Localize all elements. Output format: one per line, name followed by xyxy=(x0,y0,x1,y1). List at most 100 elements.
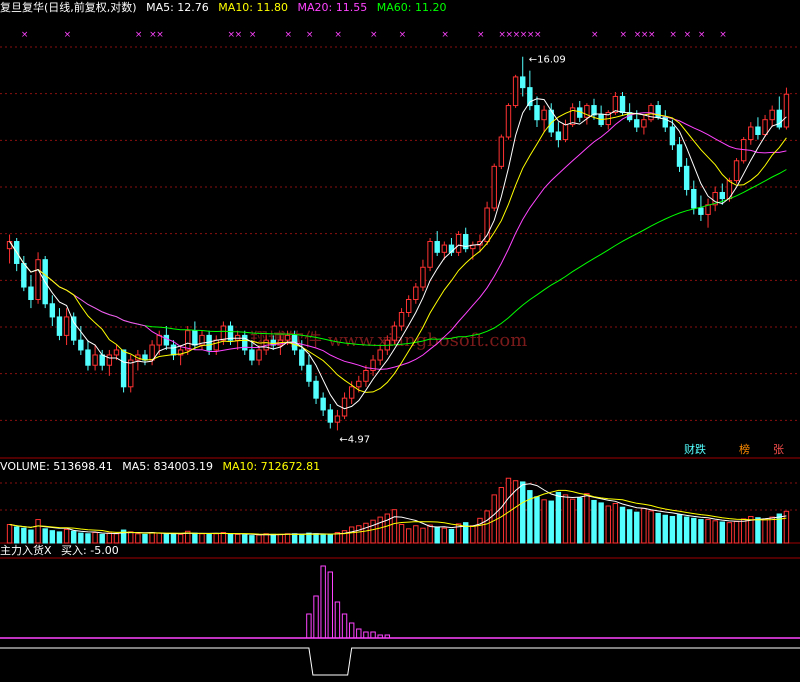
volume-bar xyxy=(669,515,676,544)
volume-bar xyxy=(769,516,775,544)
candle-body xyxy=(427,241,433,268)
volume-bar xyxy=(156,532,162,544)
candle-body xyxy=(341,397,348,417)
candle-body xyxy=(85,349,91,366)
signal-marker: × xyxy=(306,30,314,40)
volume-header: VOLUME: 513698.41 MA5: 834003.19 MA10: 7… xyxy=(0,460,326,473)
candle-body xyxy=(676,144,683,167)
candle-body xyxy=(156,334,162,346)
volume-bar xyxy=(441,527,448,544)
volume-bar xyxy=(541,499,547,544)
volume-bar xyxy=(356,525,362,544)
high-annotation: ←16.09 xyxy=(529,55,566,66)
signal-marker: × xyxy=(285,30,293,40)
bang-button[interactable]: 榜 xyxy=(739,443,750,456)
volume-bar xyxy=(206,533,212,544)
candle-body xyxy=(113,349,120,356)
volume-bar xyxy=(719,521,726,544)
candle-body xyxy=(249,349,255,361)
volume-bar xyxy=(470,525,476,544)
volume-bar xyxy=(427,524,433,544)
signal-marker: × xyxy=(591,30,599,40)
volume-bar xyxy=(35,519,41,544)
candle-body xyxy=(299,349,305,366)
volume-bar xyxy=(683,516,690,544)
volume-bar xyxy=(277,533,284,544)
indicator-bar xyxy=(320,565,326,639)
volume-bar xyxy=(363,522,369,544)
candle-body xyxy=(420,266,426,288)
volume-bar xyxy=(113,533,120,544)
signal-marker: × xyxy=(620,30,628,40)
volume-bar xyxy=(733,520,740,544)
candle-body xyxy=(21,262,27,288)
indicator-bar xyxy=(341,613,348,639)
chart-canvas[interactable]: 翔博软件 www.xiangbosoft.com←16.09←4.97×××××… xyxy=(0,0,800,682)
volume-bar xyxy=(740,518,747,544)
volume-bar xyxy=(28,529,34,544)
indicator-bar xyxy=(356,628,362,639)
volume-bar xyxy=(70,530,77,544)
signal-marker: × xyxy=(21,30,29,40)
volume-bar xyxy=(348,526,355,544)
signal-marker: × xyxy=(441,30,449,40)
volume-bar xyxy=(170,533,177,544)
candle-body xyxy=(391,325,398,341)
volume-bar xyxy=(626,509,633,544)
volume-bar xyxy=(78,532,84,544)
signal-line xyxy=(0,647,800,676)
signal-marker: × xyxy=(64,30,72,40)
candle-body xyxy=(6,241,13,250)
volume-bar xyxy=(712,520,718,544)
volume-bar xyxy=(569,498,576,544)
candle-body xyxy=(612,95,619,114)
volume-bar xyxy=(21,527,27,544)
candle-body xyxy=(49,303,56,318)
volume-bar xyxy=(605,505,611,544)
volume-bar xyxy=(762,519,768,544)
volume-bar xyxy=(42,528,48,544)
volume-bar xyxy=(491,494,497,544)
indicator-bar xyxy=(348,622,355,639)
volume-bar xyxy=(213,533,219,544)
candle-body xyxy=(377,349,383,361)
zhang-button[interactable]: 张 xyxy=(773,443,784,456)
signal-marker: × xyxy=(684,30,692,40)
candle-body xyxy=(634,119,640,128)
candle-body xyxy=(106,354,113,366)
volume-bar xyxy=(612,503,619,544)
signal-marker: × xyxy=(534,30,542,40)
volume-bar xyxy=(755,517,761,544)
indicator-bar xyxy=(306,613,312,639)
ma20-value: MA20: 11.55 xyxy=(297,1,368,14)
volume-bar xyxy=(555,491,562,544)
candle-body xyxy=(691,188,697,209)
volume-bar xyxy=(398,523,405,544)
stock-name: 复旦复华 xyxy=(0,1,44,14)
volume-bar xyxy=(370,519,376,544)
volume-bar xyxy=(534,496,540,544)
volume-bar xyxy=(192,532,198,544)
volume-bars xyxy=(6,477,790,544)
price-header: 复旦复华(日线,前复权,对数) MA5: 12.76 MA10: 11.80 M… xyxy=(0,1,452,14)
candle-body xyxy=(455,234,462,253)
volume-bar xyxy=(655,512,661,544)
volume-bar xyxy=(676,514,683,544)
ma60-value: MA60: 11.20 xyxy=(376,1,447,14)
caicai-button[interactable]: 财跌 xyxy=(684,443,706,456)
ma60-line xyxy=(9,169,787,346)
volume-bar xyxy=(177,533,184,544)
volume-bar xyxy=(242,534,248,544)
candle-body xyxy=(683,165,690,190)
candle-body xyxy=(748,126,754,141)
volume-bar xyxy=(413,525,419,544)
volume-bar xyxy=(92,532,98,544)
candle-body xyxy=(705,204,711,215)
volume-bar xyxy=(619,506,626,544)
volume-bar xyxy=(199,533,205,544)
candle-body xyxy=(356,380,362,388)
indicator-bar xyxy=(370,631,376,639)
volume-bar xyxy=(227,533,234,544)
candle-body xyxy=(413,286,419,301)
volume-value: VOLUME: 513698.41 xyxy=(0,460,113,473)
